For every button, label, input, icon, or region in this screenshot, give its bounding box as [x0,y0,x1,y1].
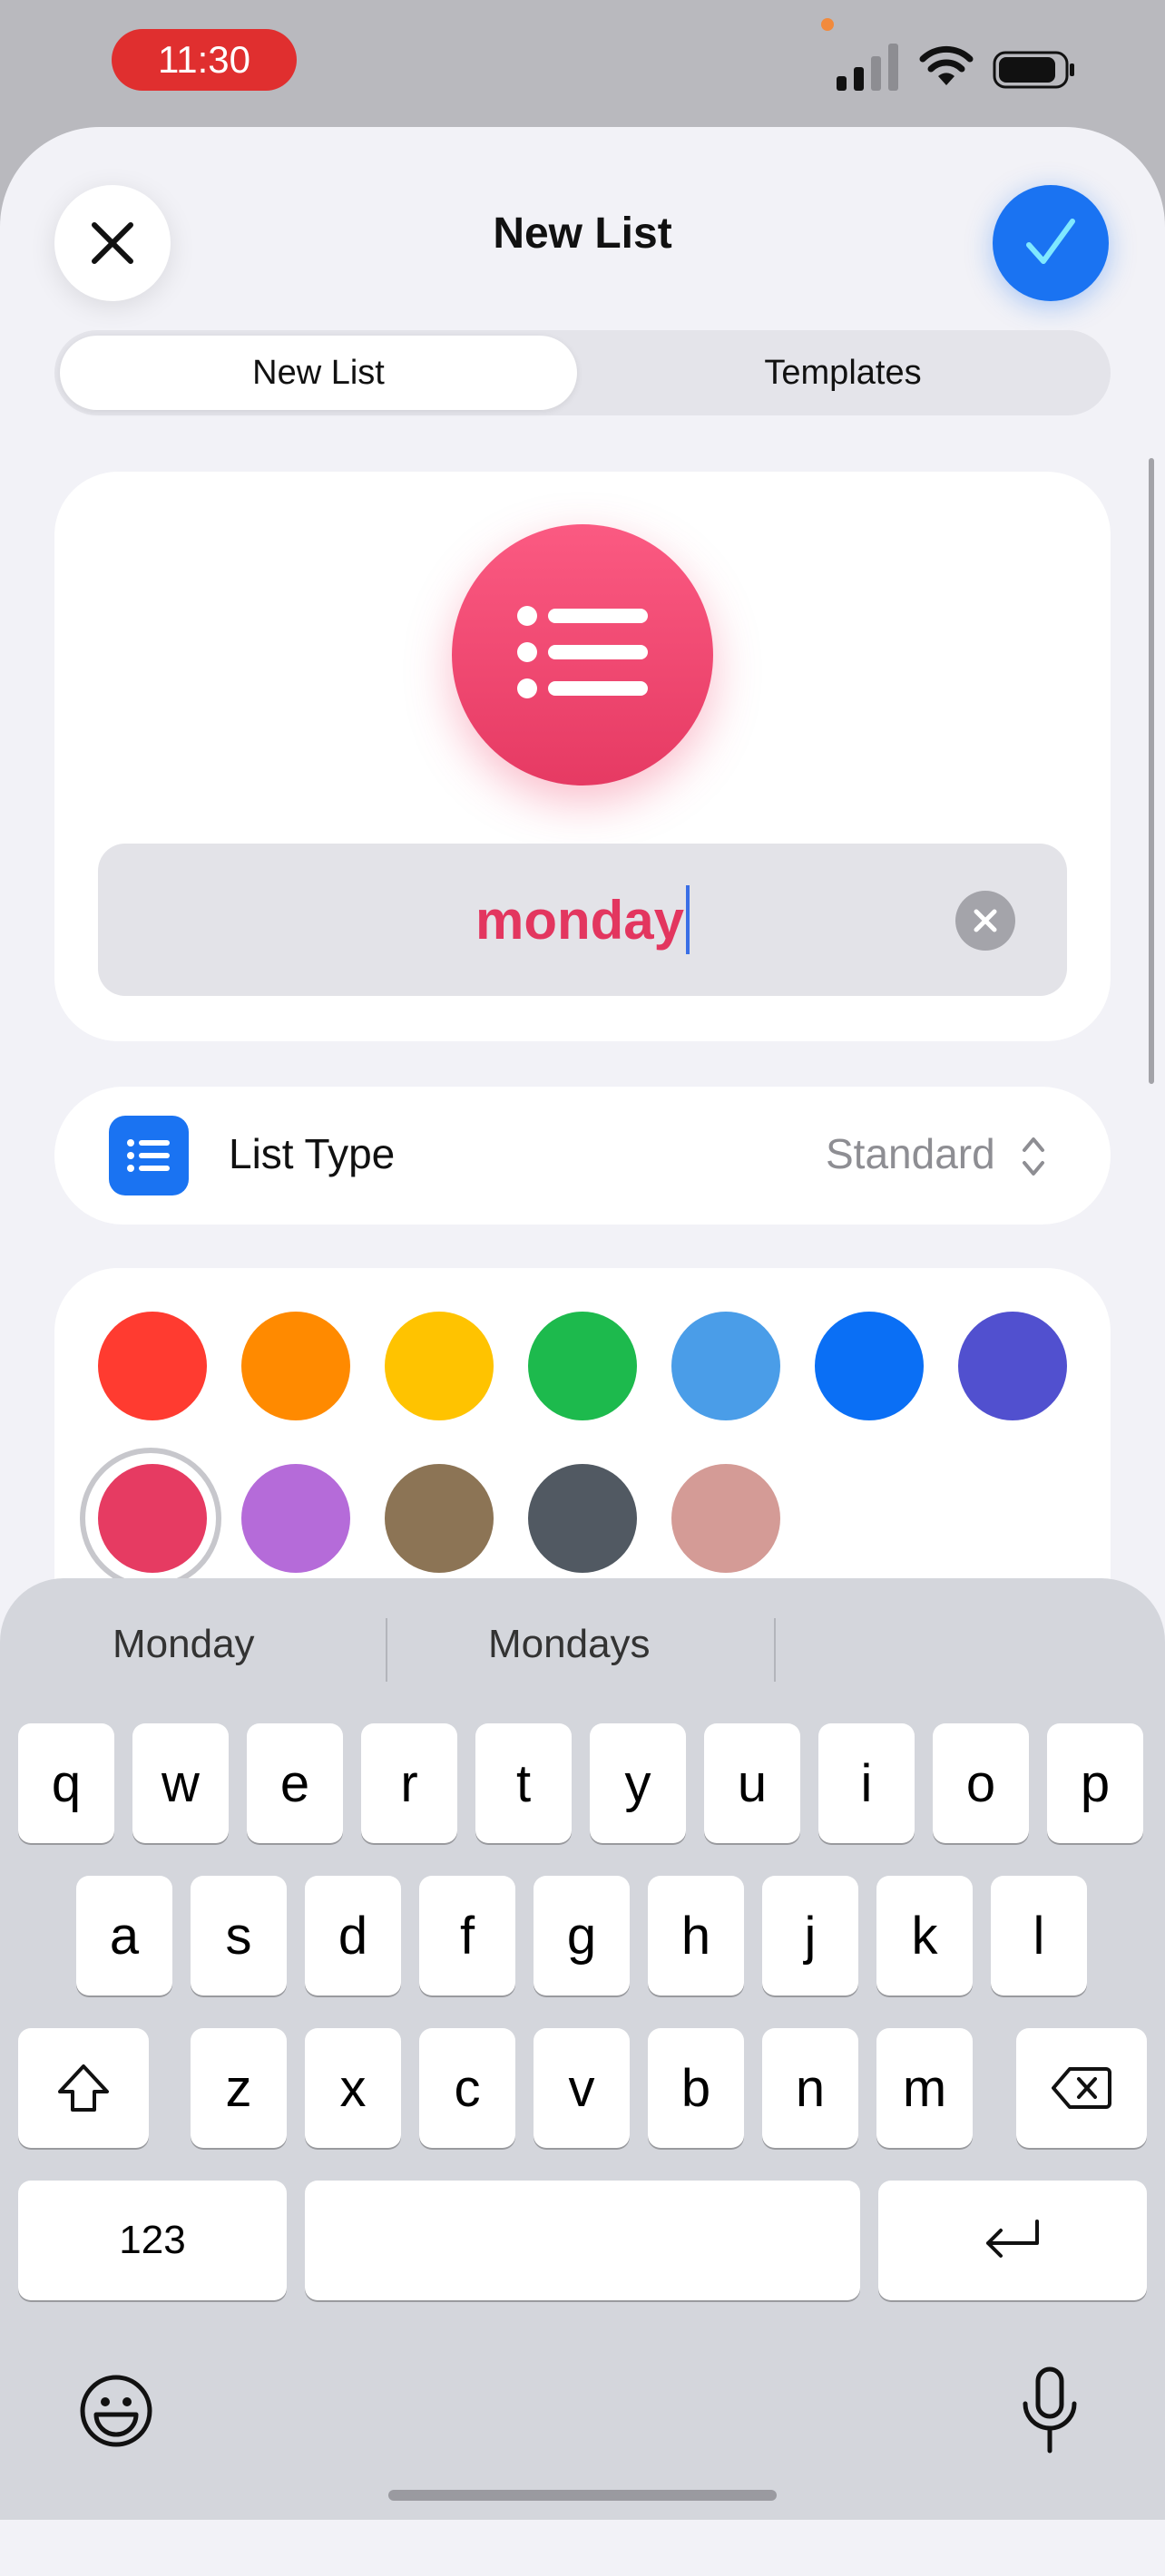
key-h[interactable]: h [648,1876,744,1995]
done-button[interactable] [993,185,1109,301]
color-swatch[interactable] [98,1464,207,1573]
list-icon-preview[interactable] [452,524,713,785]
key-k[interactable]: k [876,1876,973,1995]
key-c[interactable]: c [419,2028,515,2148]
microphone-icon[interactable] [1018,2366,1082,2456]
tab-templates[interactable]: Templates [581,336,1105,410]
scrollbar[interactable] [1149,458,1154,1084]
color-swatch[interactable] [385,1464,494,1573]
suggestion-divider [774,1618,776,1682]
key-v[interactable]: v [534,2028,630,2148]
color-swatch[interactable] [958,1312,1067,1420]
emoji-icon[interactable] [78,2373,154,2449]
key-l[interactable]: l [991,1876,1087,1995]
list-bullets-icon [517,606,648,698]
checkmark-icon [1026,219,1075,264]
wifi-icon [919,45,974,85]
clear-icon [974,909,997,932]
clear-text-button[interactable] [955,891,1015,951]
key-n[interactable]: n [762,2028,858,2148]
key-p[interactable]: p [1047,1723,1143,1843]
battery-icon [993,51,1074,89]
key-i[interactable]: i [818,1723,915,1843]
key-j[interactable]: j [762,1876,858,1995]
key-g[interactable]: g [534,1876,630,1995]
cellular-signal-icon [837,44,898,91]
return-key[interactable] [878,2181,1147,2300]
color-swatch[interactable] [528,1464,637,1573]
color-swatch[interactable] [815,1312,924,1420]
color-swatch[interactable] [671,1464,780,1573]
key-u[interactable]: u [704,1723,800,1843]
status-time: 11:30 [112,29,297,91]
color-swatch[interactable] [241,1464,350,1573]
backspace-icon [1052,2067,1111,2109]
chevron-up-down-icon [1023,1137,1044,1176]
key-m[interactable]: m [876,2028,973,2148]
key-x[interactable]: x [305,2028,401,2148]
key-b[interactable]: b [648,2028,744,2148]
key-y[interactable]: y [590,1723,686,1843]
suggestion-mondays[interactable]: Mondays [488,1622,651,1667]
key-z[interactable]: z [191,2028,287,2148]
key-d[interactable]: d [305,1876,401,1995]
list-type-value[interactable]: Standard [826,1129,995,1178]
privacy-indicator-dot [821,18,834,31]
list-name-value: monday [475,889,685,951]
tab-new-list-label: New List [252,353,385,392]
key-r[interactable]: r [361,1723,457,1843]
page-title: New List [493,210,672,258]
list-name-input[interactable]: monday [98,844,1067,996]
text-cursor [686,885,690,954]
key-s[interactable]: s [191,1876,287,1995]
key-w[interactable]: w [132,1723,229,1843]
color-swatch[interactable] [98,1312,207,1420]
key-o[interactable]: o [933,1723,1029,1843]
list-type-icon [109,1116,189,1195]
list-type-label: List Type [229,1130,396,1177]
shift-key[interactable] [18,2028,149,2148]
color-swatch[interactable] [241,1312,350,1420]
color-swatch[interactable] [671,1312,780,1420]
home-indicator [388,2490,777,2501]
backspace-key[interactable] [1016,2028,1147,2148]
space-key[interactable] [305,2181,860,2300]
numbers-key[interactable]: 123 [18,2181,287,2300]
color-swatch[interactable] [528,1312,637,1420]
key-q[interactable]: q [18,1723,114,1843]
shift-icon [58,2064,109,2112]
key-a[interactable]: a [76,1876,172,1995]
suggestion-divider [386,1618,387,1682]
key-e[interactable]: e [247,1723,343,1843]
tab-templates-label: Templates [764,353,922,392]
key-t[interactable]: t [475,1723,572,1843]
key-f[interactable]: f [419,1876,515,1995]
color-swatch[interactable] [385,1312,494,1420]
return-icon [986,2220,1039,2258]
suggestion-monday[interactable]: Monday [113,1622,255,1667]
list-icon [127,1139,170,1172]
tab-new-list[interactable]: New List [60,336,577,410]
